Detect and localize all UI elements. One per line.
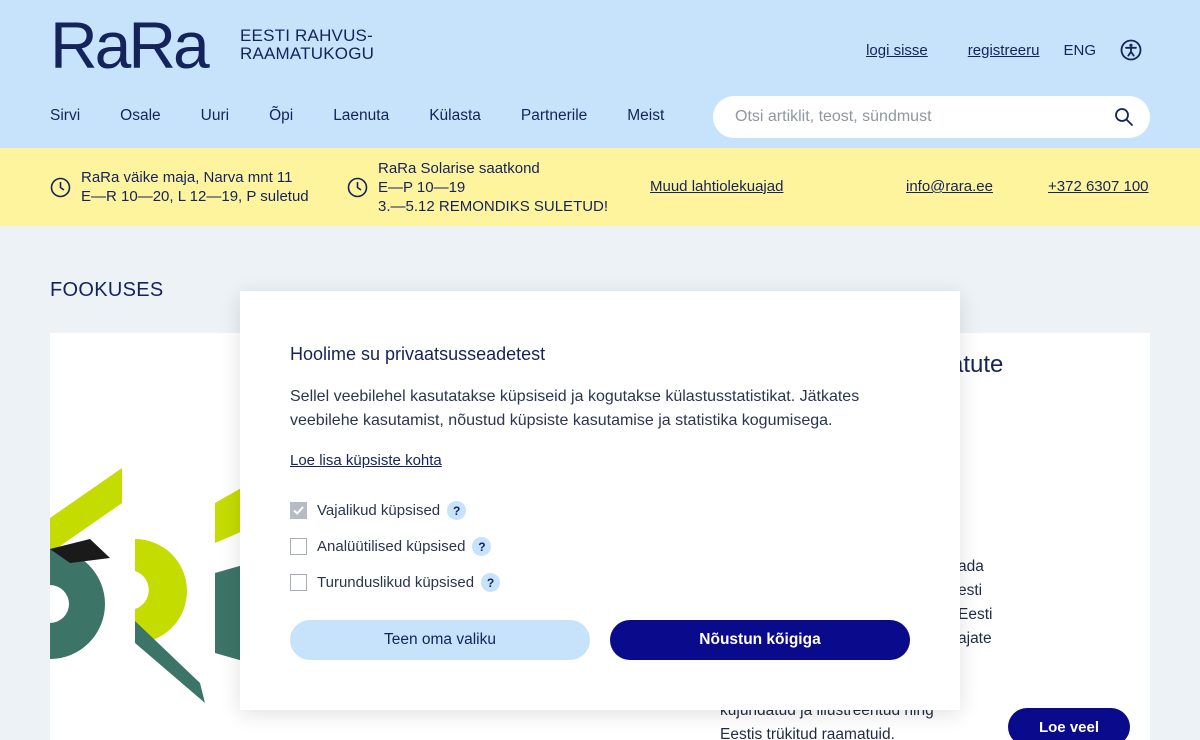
clock-icon xyxy=(347,177,368,198)
search-input[interactable] xyxy=(735,96,1095,138)
rara-logo[interactable]: RaRa EESTI RAHVUS- RAAMATUKOGU xyxy=(50,18,374,72)
help-icon[interactable]: ? xyxy=(472,537,492,556)
logo-text: EESTI RAHVUS- RAAMATUKOGU xyxy=(240,27,374,63)
modal-title: Hoolime su privaatsusseadetest xyxy=(290,344,546,364)
nav-item-partnerile[interactable]: Partnerile xyxy=(521,107,587,125)
cookie-info-link[interactable]: Loe lisa küpsiste kohta xyxy=(290,452,442,469)
cookie-consent-modal: Hoolime su privaatsusseadetest Sellel ve… xyxy=(240,291,960,710)
top-links: logi sisse registreeru ENG xyxy=(826,39,1142,61)
email-link[interactable]: info@rara.ee xyxy=(906,178,993,195)
nav-item-laenuta[interactable]: Laenuta xyxy=(333,107,389,125)
checkbox-necessary[interactable] xyxy=(290,502,307,519)
nav-item-uuri[interactable]: Uuri xyxy=(201,107,229,125)
nav-item-kulasta[interactable]: Külasta xyxy=(429,107,481,125)
language-switch[interactable]: ENG xyxy=(1063,42,1096,59)
nav-item-osale[interactable]: Osale xyxy=(120,107,161,125)
location-small-house: RaRa väike maja, Narva mnt 11 E—R 10—20,… xyxy=(50,168,309,206)
location1-hours: E—R 10—20, L 12—19, P suletud xyxy=(81,188,309,205)
location1-name: RaRa väike maja, Narva mnt 11 xyxy=(81,169,293,186)
rara-logo-mark: RaRa xyxy=(50,18,213,72)
main-nav: Sirvi Osale Uuri Õpi Laenuta Külasta Par… xyxy=(50,107,704,125)
focus-section-title: FOOKUSES xyxy=(50,279,164,301)
opening-hours-bar: RaRa väike maja, Narva mnt 11 E—R 10—20,… xyxy=(0,148,1200,226)
help-icon[interactable]: ? xyxy=(447,501,467,520)
nav-item-meist[interactable]: Meist xyxy=(627,107,664,125)
logo-text-line1: EESTI RAHVUS- xyxy=(240,26,373,45)
custom-choice-button[interactable]: Teen oma valiku xyxy=(290,620,590,660)
accessibility-icon[interactable] xyxy=(1120,39,1142,61)
search-bar xyxy=(713,96,1150,138)
option-label: Vajalikud küpsised xyxy=(317,502,441,519)
option-label: Analüütilised küpsised xyxy=(317,538,466,555)
login-link[interactable]: logi sisse xyxy=(866,42,928,59)
location2-name: RaRa Solarise saatkond xyxy=(378,160,540,177)
location2-notice: 3.—5.12 REMONDIKS SULETUD! xyxy=(378,198,609,215)
svg-text:RaRa: RaRa xyxy=(50,18,210,72)
checkmark-icon xyxy=(293,506,304,515)
accept-all-button[interactable]: Nõustun kõigiga xyxy=(610,620,910,660)
option-analytics-cookies[interactable]: Analüütilised küpsised ? xyxy=(290,537,492,556)
logo-text-line2: RAAMATUKOGU xyxy=(240,44,375,63)
search-icon[interactable] xyxy=(1114,107,1134,127)
help-icon[interactable]: ? xyxy=(481,573,501,592)
option-marketing-cookies[interactable]: Turunduslikud küpsised ? xyxy=(290,573,501,592)
location2-hours: E—P 10—19 xyxy=(378,179,466,196)
phone-link[interactable]: +372 6307 100 xyxy=(1048,178,1149,195)
card-text-line: Eestis trükitud raamatuid. xyxy=(720,726,895,740)
option-label: Turunduslikud küpsised xyxy=(317,574,475,591)
location-solaris: RaRa Solarise saatkond E—P 10—19 3.—5.12… xyxy=(347,159,608,216)
checkbox-analytics[interactable] xyxy=(290,538,307,555)
site-header: RaRa EESTI RAHVUS- RAAMATUKOGU logi siss… xyxy=(0,0,1200,148)
modal-description: Sellel veebilehel kasutatakse küpsiseid … xyxy=(290,388,860,429)
read-more-button[interactable]: Loe veel xyxy=(1008,708,1130,740)
register-link[interactable]: registreeru xyxy=(968,42,1040,59)
option-necessary-cookies[interactable]: Vajalikud küpsised ? xyxy=(290,501,467,520)
card-illustration xyxy=(50,468,250,703)
clock-icon xyxy=(50,177,71,197)
nav-item-opi[interactable]: Õpi xyxy=(269,107,293,125)
nav-item-sirvi[interactable]: Sirvi xyxy=(50,107,80,125)
other-hours-link[interactable]: Muud lahtiolekuajad xyxy=(650,178,783,195)
checkbox-marketing[interactable] xyxy=(290,574,307,591)
